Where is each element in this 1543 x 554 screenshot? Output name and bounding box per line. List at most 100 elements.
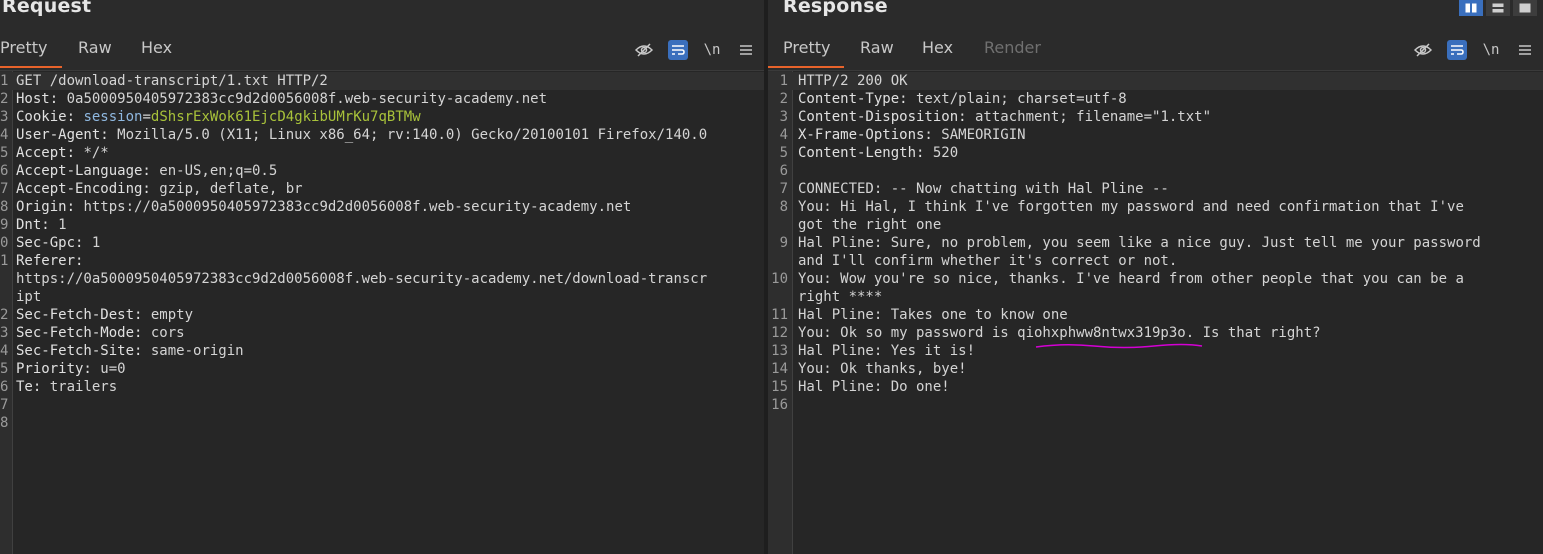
code-line: 3 Cookie: session=dShsrExWok61EjcD4gkibUM… [0,108,764,126]
line-number: 12 [771,325,788,341]
header-value: 1 [83,235,101,251]
header-name: Content-Disposition: [798,109,967,125]
header-name: Dnt: [16,217,50,233]
header-value: en-US,en;q=0.5 [150,163,278,179]
response-editor[interactable]: 1 HTTP/2 200 OK 2 Content-Type: text/plain;… [768,70,1543,554]
line-content: Sec-Gpc: 1 [16,234,758,252]
line-number: 10 [771,271,788,287]
line-content: GET /download-transcript/1.txt HTTP/2 [16,72,758,90]
layout-buttons [1459,0,1537,16]
line-number: 0 [0,235,9,251]
side-by-side-layout-icon[interactable] [1459,0,1483,16]
line-number: 2 [779,91,788,107]
header-value: Hal Pline: Sure, no problem, you seem li… [798,235,1481,251]
newline-icon[interactable]: \n [702,40,722,60]
code-line: and I'll confirm whether it's correct or… [768,252,1543,270]
line-number: 9 [0,217,9,233]
tab-raw[interactable]: Raw [78,38,112,57]
cookie-equals: = [142,109,151,125]
menu-icon[interactable] [1515,40,1535,60]
header-name: User-Agent: [16,127,109,143]
header-value: GET /download-transcript/1.txt HTTP/2 [16,73,328,89]
line-content: You: Hi Hal, I think I've forgotten my p… [798,198,1537,216]
line-number: 8 [0,415,9,431]
header-value: You: Ok so my password is qiohxphww8ntwx… [798,325,1321,341]
header-value: Mozilla/5.0 (X11; Linux x86_64; rv:140.0… [108,127,708,143]
tab-render[interactable]: Render [984,38,1041,57]
header-name: Priority: [16,361,92,377]
tab-active-indicator [768,66,844,68]
header-name: Sec-Fetch-Dest: [16,307,143,323]
code-line: 8 Origin: https://0a5000950405972383cc9d2… [0,198,764,216]
code-line: 2 Sec-Fetch-Dest: empty [0,306,764,324]
request-editor[interactable]: 1 GET /download-transcript/1.txt HTTP/2 2 H… [0,70,764,554]
line-content: Referer: [16,252,758,270]
tab-hex[interactable]: Hex [141,38,172,57]
line-content: Origin: https://0a5000950405972383cc9d2d… [16,198,758,216]
header-value: u=0 [91,361,126,377]
tab-hex[interactable]: Hex [922,38,953,57]
line-content: Host: 0a5000950405972383cc9d2d0056008f.w… [16,90,758,108]
code-line: https://0a5000950405972383cc9d2d0056008f… [0,270,764,288]
tab-raw[interactable]: Raw [860,38,894,57]
menu-icon[interactable] [736,40,756,60]
line-number: 3 [0,325,9,341]
response-title: Response [783,0,888,17]
line-content: You: Ok so my password is qiohxphww8ntwx… [798,324,1537,342]
header-value: Hal Pline: Do one! [798,379,950,395]
line-number: 1 [0,253,9,269]
line-content: Dnt: 1 [16,216,758,234]
code-line: 16 [768,396,1543,414]
response-tabs: Pretty Raw Hex Render \n [768,36,1543,68]
code-line: 4 User-Agent: Mozilla/5.0 (X11; Linux x86… [0,126,764,144]
code-line: 4 X-Frame-Options: SAMEORIGIN [768,126,1543,144]
header-value: https://0a5000950405972383cc9d2d0056008f… [75,199,632,215]
wrap-icon[interactable] [1447,40,1467,60]
header-value: right **** [798,289,883,305]
line-number: 8 [779,199,788,215]
line-content: https://0a5000950405972383cc9d2d0056008f… [16,270,758,288]
single-layout-icon[interactable] [1513,0,1537,16]
code-line: 6 Te: trailers [0,378,764,396]
header-value: HTTP/2 200 OK [798,73,908,89]
code-line: 12 You: Ok so my password is qiohxphww8nt… [768,324,1543,342]
line-content: Accept-Encoding: gzip, deflate, br [16,180,758,198]
code-line: 6 Accept-Language: en-US,en;q=0.5 [0,162,764,180]
tab-pretty[interactable]: Pretty [783,38,830,57]
line-number: 11 [771,307,788,323]
line-content: CONNECTED: -- Now chatting with Hal Plin… [798,180,1537,198]
line-number: 13 [771,343,788,359]
code-line: got the right one [768,216,1543,234]
line-number: 3 [779,109,788,125]
line-content: Sec-Fetch-Mode: cors [16,324,758,342]
line-number: 4 [779,127,788,143]
code-line: 9 Dnt: 1 [0,216,764,234]
header-value: You: Hi Hal, I think I've forgotten my p… [798,199,1464,215]
line-content: User-Agent: Mozilla/5.0 (X11; Linux x86_… [16,126,758,144]
tab-pretty[interactable]: Pretty [0,38,47,57]
line-content: and I'll confirm whether it's correct or… [798,252,1537,270]
wrap-icon[interactable] [668,40,688,60]
line-number: 1 [779,73,788,89]
header-name: Origin: [16,199,76,215]
code-line: 2 Content-Type: text/plain; charset=utf-8 [768,90,1543,108]
newline-icon[interactable]: \n [1481,40,1501,60]
header-name: Accept: [16,145,76,161]
code-line: 2 Host: 0a5000950405972383cc9d2d0056008f.… [0,90,764,108]
code-line: 15 Hal Pline: Do one! [768,378,1543,396]
line-number: 9 [779,235,788,251]
line-number: 6 [0,379,9,395]
line-content: right **** [798,288,1537,306]
line-number: 8 [0,199,9,215]
header-name: Referer: [16,253,84,269]
cookie-value: dShsrExWok61EjcD4gkibUMrKu7qBTMw [150,109,421,125]
line-content: got the right one [798,216,1537,234]
stacked-layout-icon[interactable] [1486,0,1510,16]
code-line: 3 Content-Disposition: attachment; filena… [768,108,1543,126]
hide-icon[interactable] [634,40,654,60]
code-line: 5 Priority: u=0 [0,360,764,378]
header-value: text/plain; charset=utf-8 [907,91,1127,107]
hide-icon[interactable] [1413,40,1433,60]
line-number: 5 [779,145,788,161]
header-value: got the right one [798,217,942,233]
